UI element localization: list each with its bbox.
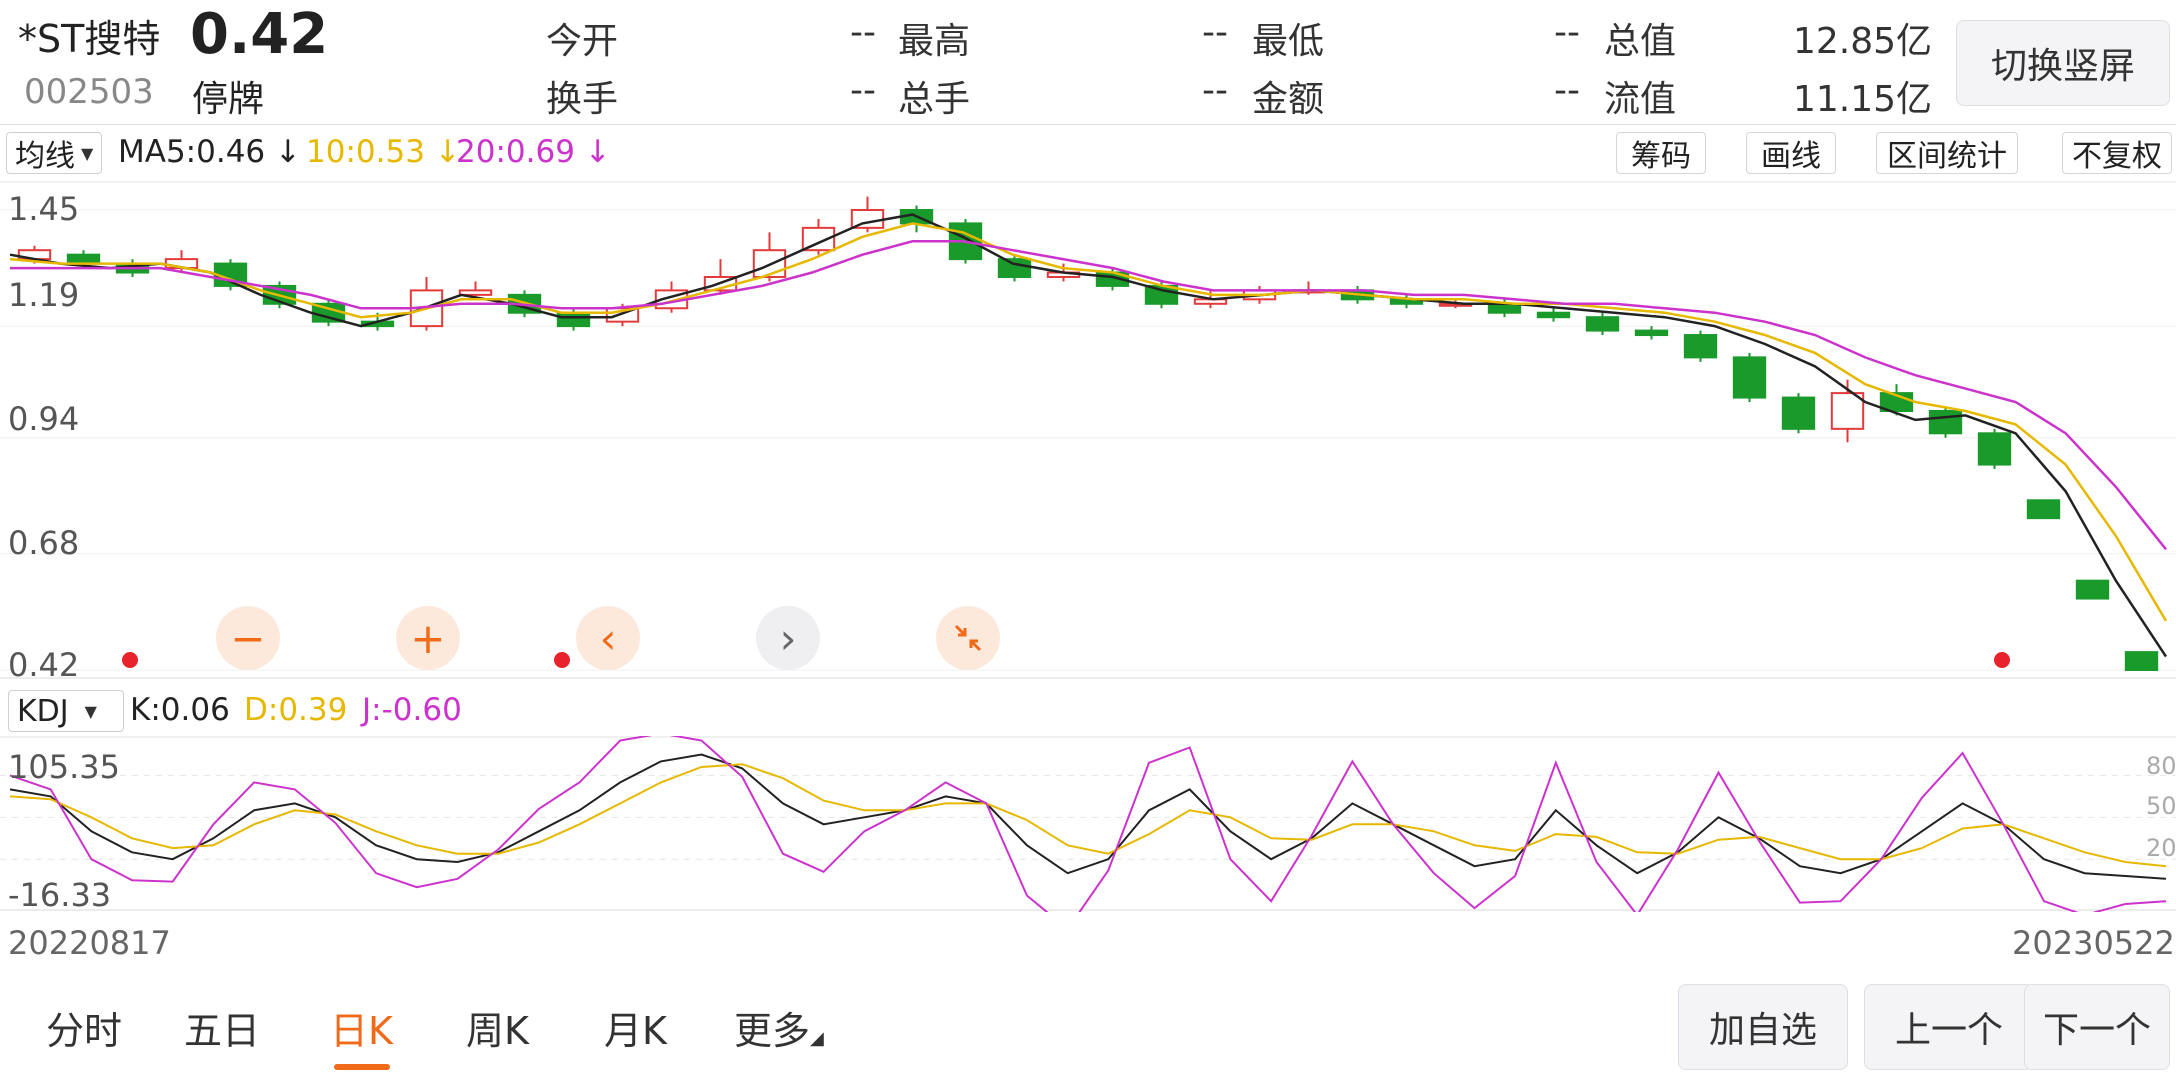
add-watchlist-button[interactable]: 加自选 <box>1678 984 1848 1070</box>
candle-body <box>1683 334 1718 359</box>
kdj-j-value: J:-0.60 <box>362 692 462 728</box>
collapse-icon <box>954 624 982 652</box>
previous-stock-button[interactable]: 上一个 <box>1864 984 2034 1070</box>
candle-body <box>1928 409 1963 435</box>
price-axis-label: 0.42 <box>8 646 80 684</box>
kdj-k-value: K:0.06 <box>130 692 230 728</box>
quote-amount-value: -- <box>1554 70 1580 111</box>
quote-volume-value: -- <box>1202 70 1228 111</box>
price-axis-label: 0.68 <box>8 524 80 562</box>
price-axis-label: 1.19 <box>8 276 80 314</box>
range-stats-button[interactable]: 区间统计 <box>1876 132 2018 174</box>
arrow-down-icon: ↓ <box>275 134 301 170</box>
arrow-down-icon: ↓ <box>584 134 611 170</box>
candle-body <box>1977 432 2012 466</box>
chip-distribution-button[interactable]: 筹码 <box>1616 132 1706 174</box>
date-start: 20220817 <box>8 924 171 962</box>
kdj-line-j <box>9 736 2167 912</box>
candle-body <box>556 311 591 328</box>
kdj-axis-right: 20 <box>2146 834 2176 862</box>
trading-status: 停牌 <box>192 79 265 120</box>
price-chart[interactable] <box>0 180 2176 680</box>
zoom-out-button[interactable]: − <box>216 606 280 670</box>
kdj-selector-label: KDJ <box>17 693 69 729</box>
ma-selector[interactable]: 均线 ▼ <box>6 132 102 174</box>
quote-low-value: -- <box>1554 12 1580 53</box>
kdj-chart[interactable] <box>0 736 2176 912</box>
event-marker[interactable] <box>554 652 570 668</box>
quote-total-cap-value: 12.85亿 <box>1792 21 1932 62</box>
quote-header: *ST搜特 0.42 002503 停牌 今开 -- 最高 -- 最低 -- 总… <box>0 0 2176 125</box>
candle-body <box>1732 356 1767 399</box>
date-end: 20230522 <box>2012 924 2175 962</box>
tab-daily-k[interactable]: 日K <box>330 1000 393 1055</box>
candle-body <box>66 253 101 265</box>
quote-float-cap-label: 流值 <box>1604 79 1677 120</box>
ma-selector-label: 均线 <box>15 139 75 174</box>
event-marker[interactable] <box>1994 652 2010 668</box>
candle-body <box>1781 396 1816 430</box>
tab-monthly-k[interactable]: 月K <box>604 1000 667 1055</box>
candle-body <box>2124 651 2159 672</box>
stock-code: 002503 <box>24 72 154 112</box>
chevron-right-icon: › <box>779 613 797 663</box>
ma5-value: MA5:0.46 ↓ <box>118 134 301 170</box>
quote-high-value: -- <box>1202 12 1228 53</box>
candle-body <box>1585 316 1620 332</box>
tab-intraday[interactable]: 分时 <box>46 1000 122 1055</box>
price-axis-label: 1.45 <box>8 190 80 228</box>
candle-body <box>458 289 493 296</box>
active-tab-indicator <box>334 1064 390 1070</box>
chevron-left-icon: ‹ <box>599 613 617 663</box>
quote-float-cap-value: 11.15亿 <box>1792 79 1932 120</box>
kdj-axis-right: 80 <box>2146 752 2176 780</box>
kdj-line-d <box>9 763 2167 868</box>
event-marker[interactable] <box>122 652 138 668</box>
scroll-left-button[interactable]: ‹ <box>576 606 640 670</box>
zoom-in-button[interactable]: + <box>396 606 460 670</box>
ma-indicator-bar: 均线 ▼ MA5:0.46 ↓ 10:0.53 ↓ 20:0.69 ↓ <box>0 126 2176 180</box>
tab-more[interactable]: 更多◢ <box>734 1000 824 1055</box>
ma-line-ma5 <box>9 213 2168 658</box>
corner-triangle-icon: ◢ <box>810 1028 824 1049</box>
zoom-in-icon: + <box>410 613 446 663</box>
kdj-selector[interactable]: KDJ ▼ <box>8 690 124 732</box>
stock-name: *ST搜特 <box>18 17 161 61</box>
zoom-out-icon: − <box>230 613 266 663</box>
reset-zoom-button[interactable] <box>936 606 1000 670</box>
quote-turnover-value: -- <box>850 70 876 111</box>
next-stock-button[interactable]: 下一个 <box>2024 984 2170 1070</box>
scroll-right-button[interactable]: › <box>756 606 820 670</box>
dropdown-triangle-icon: ▼ <box>81 143 94 163</box>
price-axis-label: 0.94 <box>8 400 80 438</box>
tab-more-label: 更多 <box>734 1009 811 1053</box>
candle-body <box>2075 579 2110 600</box>
kdj-axis-top: 105.35 <box>8 748 120 786</box>
kdj-d-value: D:0.39 <box>244 692 348 728</box>
tab-weekly-k[interactable]: 周K <box>466 1000 529 1055</box>
tab-five-day[interactable]: 五日 <box>184 1000 260 1055</box>
kdj-axis-right: 50 <box>2146 792 2176 820</box>
quote-volume-label: 总手 <box>898 79 971 120</box>
kdj-axis-bottom: -16.33 <box>8 876 112 914</box>
dropdown-triangle-icon: ▼ <box>84 701 97 721</box>
quote-high-label: 最高 <box>898 21 971 62</box>
quote-open-value: -- <box>850 12 876 53</box>
quote-total-cap-label: 总值 <box>1604 21 1677 62</box>
quote-low-label: 最低 <box>1252 21 1325 62</box>
candle-body <box>1536 311 1571 319</box>
stock-price: 0.42 <box>190 2 329 67</box>
draw-line-button[interactable]: 画线 <box>1746 132 1836 174</box>
candle-body <box>997 258 1032 278</box>
quote-amount-label: 金额 <box>1252 79 1325 120</box>
candle-body <box>2026 499 2061 520</box>
switch-portrait-button[interactable]: 切换竖屏 <box>1956 20 2170 106</box>
adjust-type-button[interactable]: 不复权 <box>2062 132 2172 174</box>
quote-turnover-label: 换手 <box>546 79 619 120</box>
quote-open-label: 今开 <box>546 21 619 62</box>
candle-body <box>1634 329 1669 337</box>
ma10-value: 10:0.53 ↓ <box>306 134 461 170</box>
ma20-value: 20:0.69 ↓ <box>456 134 611 170</box>
